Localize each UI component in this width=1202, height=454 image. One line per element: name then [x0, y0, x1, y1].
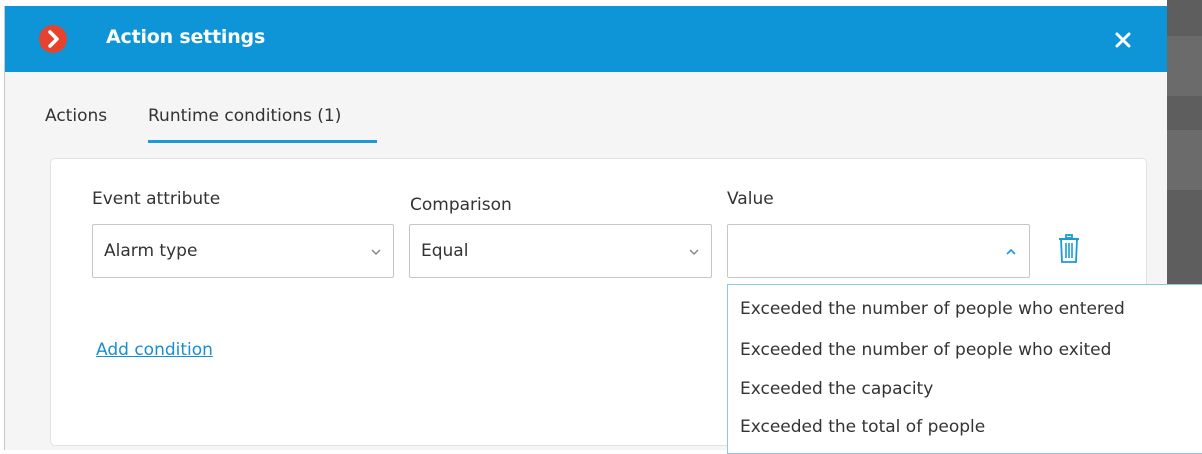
value-label: Value — [727, 189, 774, 209]
background-band — [1167, 130, 1202, 190]
dropdown-option[interactable]: Exceeded the number of people who exited — [740, 340, 1111, 360]
dropdown-option[interactable]: Exceeded the capacity — [740, 379, 933, 399]
add-condition-link[interactable]: Add condition — [96, 340, 213, 360]
delete-condition-button[interactable] — [1056, 233, 1082, 265]
dialog-titlebar: Action settings — [5, 6, 1167, 72]
chevron-down-icon — [689, 249, 699, 256]
tab-runtime-conditions[interactable]: Runtime conditions (1) — [148, 106, 341, 126]
comparison-label: Comparison — [410, 195, 512, 215]
comparison-value: Equal — [421, 241, 469, 261]
dropdown-option[interactable]: Exceeded the number of people who entere… — [740, 299, 1125, 319]
comparison-select[interactable]: Equal — [409, 224, 712, 278]
active-tab-indicator — [148, 140, 377, 143]
tab-actions[interactable]: Actions — [45, 106, 107, 126]
background-band — [1167, 36, 1202, 96]
event-attribute-select[interactable]: Alarm type — [92, 224, 394, 278]
close-button[interactable] — [1109, 26, 1137, 54]
chevron-down-icon — [371, 249, 381, 256]
chevron-right-logo-icon — [39, 25, 67, 53]
event-attribute-label: Event attribute — [92, 189, 221, 209]
event-attribute-value: Alarm type — [104, 241, 198, 261]
dialog-title: Action settings — [106, 26, 266, 48]
trash-icon — [1059, 234, 1079, 263]
chevron-up-icon — [1006, 248, 1016, 255]
close-icon — [1115, 32, 1131, 48]
dropdown-option[interactable]: Exceeded the total of people — [740, 417, 985, 437]
value-dropdown-list: Exceeded the number of people who entere… — [727, 284, 1202, 454]
value-select[interactable] — [727, 224, 1030, 278]
